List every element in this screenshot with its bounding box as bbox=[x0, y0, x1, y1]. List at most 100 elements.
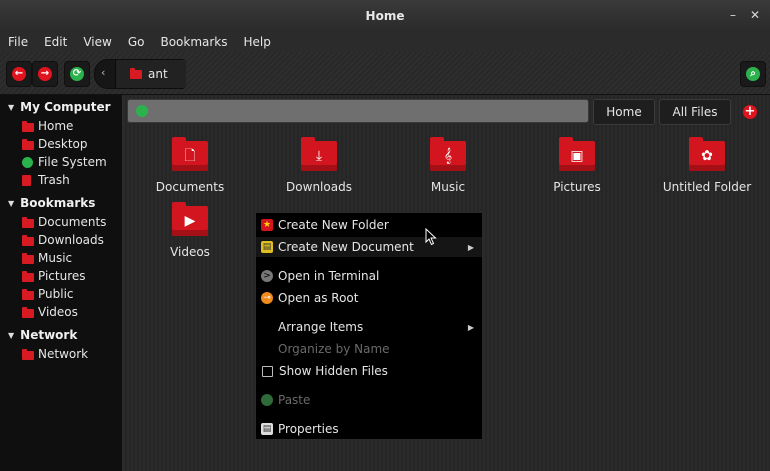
sidebar-item-label: Trash bbox=[38, 173, 70, 187]
home-button[interactable]: Home bbox=[593, 99, 655, 125]
file-label: Videos bbox=[170, 245, 210, 259]
chevron-left-icon[interactable]: ‹ bbox=[101, 66, 105, 79]
context-menu: ★ Create New Folder ▤ Create New Documen… bbox=[255, 212, 483, 440]
sidebar-item-label: Home bbox=[38, 119, 74, 133]
menu-go[interactable]: Go bbox=[120, 35, 153, 49]
checkbox-icon[interactable] bbox=[262, 365, 273, 377]
menu-bar: File Edit View Go Bookmarks Help bbox=[0, 32, 770, 52]
sidebar-item-documents[interactable]: Documents bbox=[0, 213, 122, 231]
location-icon bbox=[136, 105, 148, 117]
menu-edit[interactable]: Edit bbox=[36, 35, 75, 49]
menu-item-create-new-folder[interactable]: ★ Create New Folder bbox=[256, 215, 482, 235]
breadcrumb-label: ant bbox=[148, 67, 168, 81]
submenu-arrow-icon: ▶ bbox=[467, 322, 474, 332]
menu-file[interactable]: File bbox=[0, 35, 36, 49]
sidebar-item-network[interactable]: Network bbox=[0, 345, 122, 363]
file-label: Pictures bbox=[553, 180, 601, 194]
sidebar-item-label: Pictures bbox=[38, 269, 86, 283]
desktop-icon bbox=[22, 139, 34, 150]
section-label: My Computer bbox=[20, 100, 111, 114]
minimize-icon[interactable]: – bbox=[730, 8, 736, 22]
forward-button[interactable]: → bbox=[32, 61, 58, 87]
folder-icon bbox=[22, 289, 34, 300]
menu-item-show-hidden-files[interactable]: Show Hidden Files bbox=[256, 361, 482, 381]
reload-button[interactable]: ⟳ bbox=[64, 61, 90, 87]
menu-bookmarks[interactable]: Bookmarks bbox=[152, 35, 235, 49]
menu-item-label: Organize by Name bbox=[278, 342, 390, 356]
file-item-downloads[interactable]: ⤓ Downloads bbox=[264, 137, 374, 194]
sidebar-item-music[interactable]: Music bbox=[0, 249, 122, 267]
menu-item-label: Open as Root bbox=[278, 291, 359, 305]
location-bar[interactable] bbox=[127, 99, 589, 123]
trash-icon bbox=[22, 175, 34, 186]
menu-item-open-in-terminal[interactable]: > Open in Terminal bbox=[256, 266, 482, 286]
back-arrow-icon: ← bbox=[12, 67, 26, 81]
mouse-cursor-icon bbox=[425, 228, 437, 246]
expand-triangle-icon: ▼ bbox=[8, 198, 15, 208]
menu-item-label: Properties bbox=[278, 422, 339, 436]
file-item-pictures[interactable]: ▣ Pictures bbox=[522, 137, 632, 194]
sidebar-item-label: Music bbox=[38, 251, 73, 265]
folder-icon bbox=[22, 271, 34, 282]
home-folder-icon bbox=[22, 121, 34, 132]
paste-icon bbox=[261, 394, 273, 406]
menu-item-arrange-items[interactable]: Arrange Items ▶ bbox=[256, 317, 482, 337]
sidebar-item-label: Videos bbox=[38, 305, 78, 319]
file-item-untitled-folder[interactable]: ✿ Untitled Folder bbox=[652, 137, 762, 194]
sidebar-section-bookmarks[interactable]: ▼ Bookmarks bbox=[0, 193, 122, 213]
menu-item-properties[interactable]: ▤ Properties bbox=[256, 419, 482, 439]
sidebar-item-downloads[interactable]: Downloads bbox=[0, 231, 122, 249]
file-label: Downloads bbox=[286, 180, 352, 194]
window-title: Home bbox=[365, 9, 405, 23]
submenu-arrow-icon: ▶ bbox=[467, 242, 474, 252]
file-item-videos[interactable]: ▶ Videos bbox=[135, 202, 245, 259]
add-icon[interactable]: + bbox=[743, 105, 757, 119]
expand-triangle-icon: ▼ bbox=[8, 102, 15, 112]
menu-item-organize-by-name: Organize by Name bbox=[256, 339, 482, 359]
sidebar-item-file-system[interactable]: File System bbox=[0, 153, 122, 171]
music-icon: 𝄞 bbox=[430, 137, 466, 171]
menu-item-label: Paste bbox=[278, 393, 311, 407]
menu-item-label: Open in Terminal bbox=[278, 269, 380, 283]
sidebar-section-network[interactable]: ▼ Network bbox=[0, 325, 122, 345]
menu-view[interactable]: View bbox=[75, 35, 119, 49]
sidebar-item-pictures[interactable]: Pictures bbox=[0, 267, 122, 285]
sidebar-item-public[interactable]: Public bbox=[0, 285, 122, 303]
sidebar-item-videos[interactable]: Videos bbox=[0, 303, 122, 321]
menu-item-create-new-document[interactable]: ▤ Create New Document ▶ bbox=[256, 237, 482, 257]
menu-item-label: Arrange Items bbox=[278, 320, 364, 334]
picture-icon: ▣ bbox=[559, 137, 595, 171]
file-label: Documents bbox=[155, 180, 225, 194]
menu-item-label: Show Hidden Files bbox=[279, 364, 388, 378]
search-button[interactable]: ⌕ bbox=[740, 61, 766, 87]
back-button[interactable]: ← bbox=[6, 61, 32, 87]
properties-icon: ▤ bbox=[261, 423, 273, 435]
new-document-icon: ▤ bbox=[261, 241, 273, 253]
document-icon: 🗋 bbox=[172, 137, 208, 171]
menu-item-paste: Paste bbox=[256, 390, 482, 410]
sidebar-item-home[interactable]: Home bbox=[0, 117, 122, 135]
file-item-documents[interactable]: 🗋 Documents bbox=[135, 137, 245, 194]
sidebar-item-label: Desktop bbox=[38, 137, 88, 151]
sidebar-item-label: File System bbox=[38, 155, 107, 169]
path-bar: ‹ ant bbox=[94, 59, 186, 89]
folder-icon bbox=[22, 307, 34, 318]
file-label: Music bbox=[430, 180, 466, 194]
section-label: Bookmarks bbox=[20, 196, 96, 210]
sidebar-item-trash[interactable]: Trash bbox=[0, 171, 122, 189]
sidebar-item-desktop[interactable]: Desktop bbox=[0, 135, 122, 153]
new-folder-icon: ★ bbox=[261, 219, 273, 231]
file-item-music[interactable]: 𝄞 Music bbox=[393, 137, 503, 194]
menu-help[interactable]: Help bbox=[236, 35, 279, 49]
folder-icon bbox=[22, 253, 34, 264]
breadcrumb[interactable]: ant bbox=[115, 60, 186, 88]
folder-icon bbox=[22, 235, 34, 246]
title-bar: Home – ✕ bbox=[0, 0, 770, 32]
file-label: Untitled Folder bbox=[662, 180, 752, 194]
menu-item-open-as-root[interactable]: ⊸ Open as Root bbox=[256, 288, 482, 308]
expand-triangle-icon: ▼ bbox=[8, 330, 15, 340]
toolbar: ← → ⟳ ‹ ant ⌕ bbox=[0, 52, 770, 95]
all-files-button[interactable]: All Files bbox=[659, 99, 731, 125]
close-icon[interactable]: ✕ bbox=[750, 8, 760, 22]
sidebar-section-my-computer[interactable]: ▼ My Computer bbox=[0, 97, 122, 117]
